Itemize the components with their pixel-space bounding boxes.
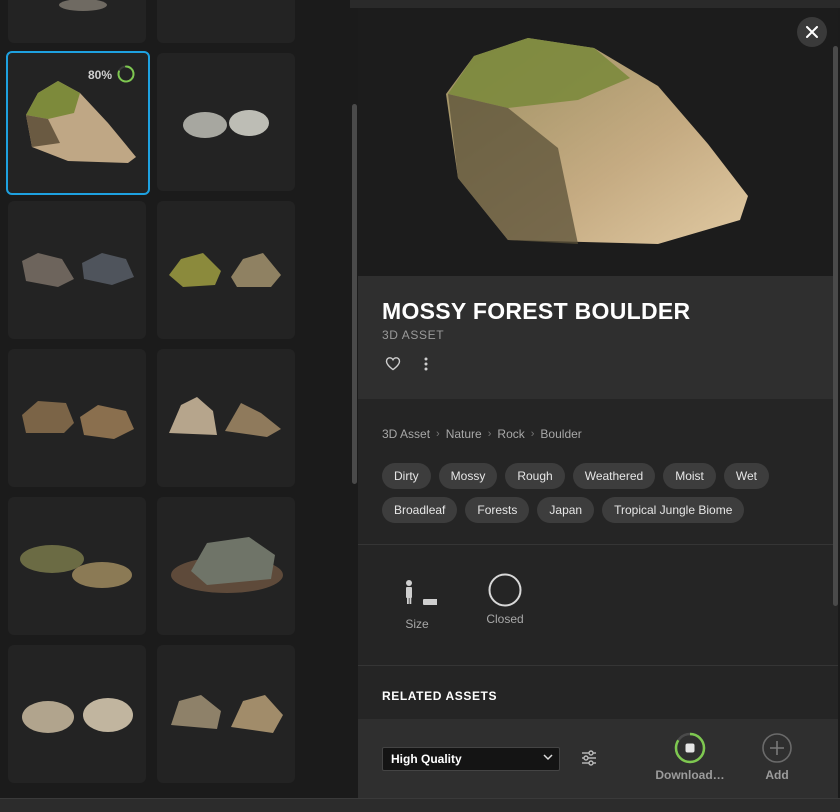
action-bar: High Quality Download… Add — [358, 719, 838, 798]
chevron-down-icon — [543, 752, 553, 765]
asset-thumbnail[interactable] — [8, 201, 146, 339]
asset-thumbnail[interactable] — [8, 349, 146, 487]
tag-chip[interactable]: Wet — [723, 463, 769, 489]
add-circle-icon — [762, 733, 792, 763]
download-button[interactable]: Download… — [650, 731, 730, 782]
asset-detail-panel: MOSSY FOREST BOULDER 3D ASSET 3D Asset ›… — [358, 8, 838, 798]
add-button[interactable]: Add — [755, 731, 799, 782]
download-progress-label: 80% — [87, 68, 112, 82]
tag-chip[interactable]: Weathered — [572, 463, 656, 489]
asset-preview — [358, 8, 838, 276]
breadcrumb-item[interactable]: Nature — [446, 427, 482, 441]
tag-chip[interactable]: Japan — [537, 497, 595, 523]
tag-chip[interactable]: Dirty — [382, 463, 431, 489]
asset-header: MOSSY FOREST BOULDER 3D ASSET — [358, 276, 838, 399]
divider — [358, 544, 838, 545]
tag-chip[interactable]: Broadleaf — [382, 497, 458, 523]
asset-thumbnail[interactable] — [8, 497, 146, 635]
download-progress-icon — [117, 65, 135, 83]
related-assets-heading: RELATED ASSETS — [382, 689, 498, 703]
asset-thumbnail[interactable] — [8, 645, 146, 783]
sliders-icon[interactable] — [580, 749, 598, 767]
more-icon[interactable] — [418, 356, 434, 372]
asset-thumbnail[interactable] — [157, 497, 295, 635]
asset-thumbnail-selected[interactable]: 80% — [6, 51, 150, 195]
person-size-icon — [406, 580, 439, 605]
asset-thumbnail[interactable] — [8, 0, 146, 43]
tag-list: Dirty Mossy Rough Weathered Moist Wet Br… — [382, 463, 822, 523]
download-label: Download… — [655, 768, 725, 782]
grid-scrollbar[interactable] — [352, 104, 357, 484]
quality-select-value: High Quality — [391, 752, 462, 766]
tag-chip[interactable]: Rough — [505, 463, 565, 489]
asset-thumbnail[interactable] — [157, 645, 295, 783]
asset-thumbnail[interactable] — [157, 0, 295, 43]
closed-attribute: Closed — [478, 573, 532, 626]
bottom-bar — [0, 798, 840, 812]
close-button[interactable] — [797, 17, 827, 47]
tag-chip[interactable]: Tropical Jungle Biome — [602, 497, 745, 523]
panel-scrollbar[interactable] — [833, 46, 838, 606]
tag-chip[interactable]: Mossy — [438, 463, 498, 489]
tag-chip[interactable]: Forests — [465, 497, 530, 523]
breadcrumb-item[interactable]: 3D Asset — [382, 427, 430, 441]
closed-label: Closed — [486, 612, 524, 626]
asset-grid[interactable]: 80% — [0, 0, 350, 800]
asset-type: 3D ASSET — [382, 328, 445, 342]
quality-select[interactable]: High Quality — [382, 747, 560, 771]
divider — [358, 665, 838, 666]
asset-thumbnail[interactable] — [157, 349, 295, 487]
chevron-right-icon: › — [530, 428, 535, 440]
breadcrumb: 3D Asset › Nature › Rock › Boulder — [382, 427, 582, 441]
size-attribute: Size — [392, 578, 442, 631]
circle-closed-icon — [488, 573, 522, 607]
chevron-right-icon: › — [487, 428, 492, 440]
chevron-right-icon: › — [436, 428, 440, 440]
heart-icon[interactable] — [385, 356, 401, 371]
size-label: Size — [405, 617, 429, 631]
add-label: Add — [765, 768, 789, 782]
boulder-preview-image — [446, 38, 748, 244]
download-progress-icon — [674, 732, 706, 764]
tag-chip[interactable]: Moist — [663, 463, 716, 489]
asset-title: MOSSY FOREST BOULDER — [382, 298, 691, 324]
asset-thumbnail[interactable] — [157, 201, 295, 339]
close-icon — [806, 26, 818, 38]
breadcrumb-item[interactable]: Boulder — [540, 427, 581, 441]
asset-thumbnail[interactable] — [157, 53, 295, 191]
breadcrumb-item[interactable]: Rock — [497, 427, 524, 441]
